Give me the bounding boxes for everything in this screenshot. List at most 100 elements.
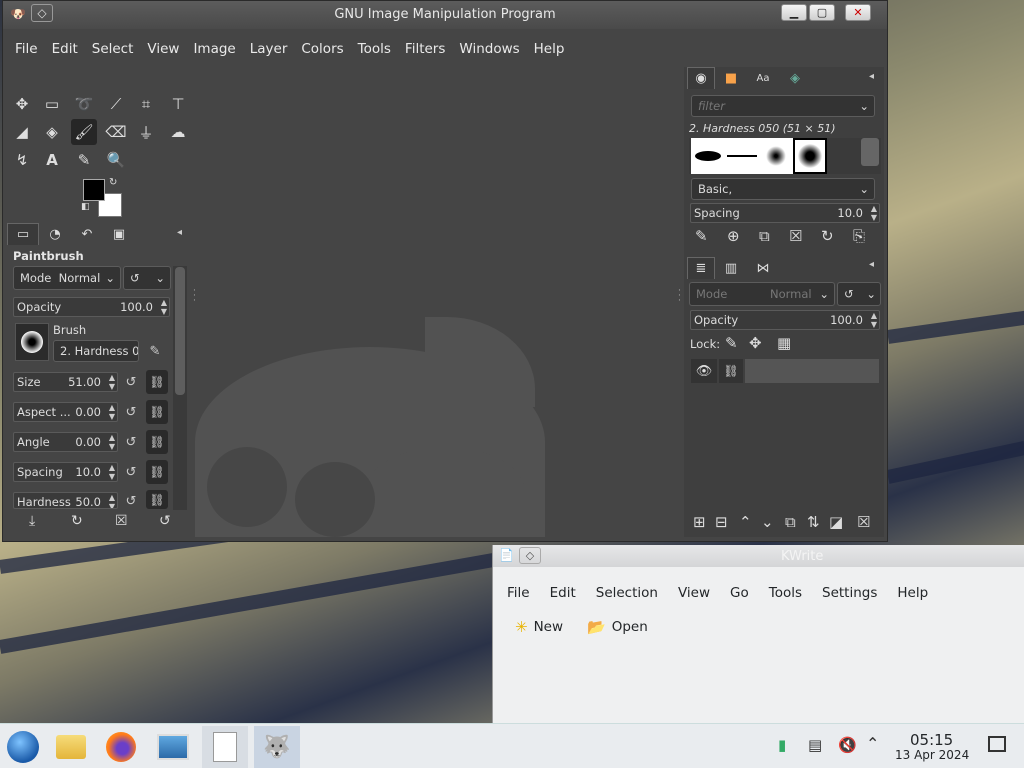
right-dock-resize-handle[interactable]: · · · (678, 287, 681, 306)
brush-grid-scrollbar[interactable] (861, 138, 879, 166)
layer-mode-select[interactable]: Mode Normal ⌄ (689, 282, 835, 306)
paths-tool-icon[interactable]: ↯ (9, 147, 35, 173)
kwrite-titlebar[interactable]: 📄 ◇ KWrite (493, 545, 1024, 567)
brush-thumb[interactable] (759, 138, 793, 174)
clone-tool-icon[interactable]: ⏚ (133, 119, 159, 145)
menu-view[interactable]: View (140, 37, 186, 61)
gimp-taskbar-button[interactable]: 🐺 (254, 726, 300, 768)
restore-tool-preset-icon[interactable]: ↻ (71, 513, 83, 529)
show-desktop-icon[interactable] (988, 736, 1006, 752)
menu-help[interactable]: Help (887, 581, 938, 605)
clock-date[interactable]: 13 Apr 2024 (895, 748, 969, 762)
menu-file[interactable]: File (3, 37, 45, 61)
expand-tray-icon[interactable]: ⌃ (866, 734, 879, 753)
open-brush-as-image-icon[interactable]: ⎘ (853, 227, 865, 245)
tab-images[interactable]: ▣ (103, 223, 135, 245)
brush-grid[interactable] (689, 138, 881, 174)
spin-arrows-icon[interactable]: ▲ ▼ (109, 463, 115, 481)
aspect-link-icon[interactable]: ⛓ (146, 400, 168, 424)
lock-alpha-icon[interactable]: ▦ (777, 334, 791, 352)
angle-link-icon[interactable]: ⛓ (146, 430, 168, 454)
menu-settings[interactable]: Settings (812, 581, 887, 605)
clipboard-tray-icon[interactable]: ▮ (778, 736, 786, 754)
spacing-link-icon[interactable]: ⛓ (146, 460, 168, 484)
dock-menu-icon[interactable]: ◂ (869, 71, 874, 82)
lock-position-icon[interactable]: ✥ (749, 334, 762, 352)
default-colors-icon[interactable]: ◧ (81, 202, 90, 212)
menu-view[interactable]: View (668, 581, 720, 605)
mode-reset-combo[interactable]: ↺ ⌄ (123, 266, 171, 290)
spin-arrows-icon[interactable]: ▲ ▼ (109, 403, 115, 421)
aspect-reset-icon[interactable]: ↺ (121, 402, 141, 422)
move-tool-icon[interactable]: ✥ (9, 91, 35, 117)
edit-brush-icon[interactable]: ✎ (145, 341, 165, 361)
brush-spacing-slider[interactable]: Spacing 10.0 ▲ ▼ (690, 203, 880, 223)
fuzzy-select-tool-icon[interactable]: ⟋ (103, 91, 129, 117)
size-slider[interactable]: Size 51.00 ▲ ▼ (13, 372, 118, 392)
reset-tool-options-icon[interactable]: ↺ (159, 513, 171, 529)
menu-windows[interactable]: Windows (452, 37, 526, 61)
warp-tool-icon[interactable]: ◢ (9, 119, 35, 145)
kwrite-app-icon[interactable]: 📄 (499, 548, 514, 562)
paintbrush-tool-icon[interactable]: 🖌 (71, 119, 97, 145)
firefox-button[interactable] (98, 726, 144, 768)
new-brush-icon[interactable]: ⊕ (727, 227, 740, 245)
brush-tag-select[interactable]: Basic, ⌄ (691, 178, 875, 200)
menu-image[interactable]: Image (186, 37, 242, 61)
add-mask-icon[interactable]: ◪ (829, 513, 843, 531)
tab-channels[interactable]: ▥ (715, 257, 747, 279)
eraser-tool-icon[interactable]: ⌫ (103, 119, 129, 145)
dock-menu-icon[interactable]: ◂ (869, 259, 874, 270)
refresh-brushes-icon[interactable]: ↻ (821, 227, 834, 245)
menu-layer[interactable]: Layer (243, 37, 295, 61)
unified-transform-tool-icon[interactable]: ⊤ (165, 91, 191, 117)
menu-select[interactable]: Select (85, 37, 141, 61)
size-link-icon[interactable]: ⛓ (146, 370, 168, 394)
menu-go[interactable]: Go (720, 581, 759, 605)
color-picker-tool-icon[interactable]: ✎ (71, 147, 97, 173)
menu-tools[interactable]: Tools (351, 37, 398, 61)
spin-arrows-icon[interactable]: ▲ ▼ (109, 373, 115, 391)
file-manager-button[interactable] (48, 726, 94, 768)
tab-paths[interactable]: ⋈ (747, 257, 779, 279)
image-canvas[interactable] (195, 67, 681, 537)
spacing-reset-icon[interactable]: ↺ (121, 462, 141, 482)
new-layer-group-icon[interactable]: ⊟ (715, 513, 728, 531)
maximize-button[interactable]: ▢ (809, 4, 835, 21)
rect-select-tool-icon[interactable]: ▭ (39, 91, 65, 117)
spin-arrows-icon[interactable]: ▲ ▼ (871, 311, 877, 329)
clock-time[interactable]: 05:15 (910, 731, 953, 749)
spin-arrows-icon[interactable]: ▲ ▼ (871, 204, 877, 222)
new-layer-icon[interactable]: ⊞ (693, 513, 706, 531)
brush-name-field[interactable]: 2. Hardness 05 (53, 340, 139, 362)
bucket-fill-tool-icon[interactable]: ◈ (39, 119, 65, 145)
visibility-eye-icon[interactable]: 👁 (691, 359, 717, 383)
keep-above-icon[interactable]: ◇ (519, 547, 541, 564)
menu-help[interactable]: Help (527, 37, 572, 61)
menu-edit[interactable]: Edit (45, 37, 85, 61)
delete-tool-preset-icon[interactable]: ☒ (115, 513, 128, 529)
edit-brush-icon[interactable]: ✎ (695, 227, 708, 245)
foreground-color-swatch[interactable] (83, 179, 105, 201)
menu-colors[interactable]: Colors (294, 37, 350, 61)
brush-thumb[interactable] (725, 138, 759, 174)
spin-arrows-icon[interactable]: ▲ ▼ (109, 433, 115, 451)
duplicate-layer-icon[interactable]: ⧉ (785, 513, 796, 531)
mode-select[interactable]: Mode Normal ⌄ (13, 266, 121, 290)
duplicate-brush-icon[interactable]: ⧉ (759, 227, 770, 245)
raise-layer-icon[interactable]: ⌃ (739, 513, 752, 531)
minimize-button[interactable]: ▁ (781, 4, 807, 21)
left-dock-resize-handle[interactable]: · · · (193, 287, 196, 306)
volume-muted-icon[interactable]: 🔇 (838, 736, 857, 754)
hardness-slider[interactable]: Hardness 50.0 ▲ ▼ (13, 492, 118, 509)
aspect-slider[interactable]: Aspect ... 0.00 ▲ ▼ (13, 402, 118, 422)
hardness-reset-icon[interactable]: ↺ (121, 491, 141, 511)
brush-thumb-selected[interactable] (793, 138, 827, 174)
tab-device-status[interactable]: ◔ (39, 223, 71, 245)
menu-tools[interactable]: Tools (759, 581, 812, 605)
spacing-slider[interactable]: Spacing 10.0 ▲ ▼ (13, 462, 118, 482)
angle-reset-icon[interactable]: ↺ (121, 432, 141, 452)
spin-arrows-icon[interactable]: ▲ ▼ (109, 493, 115, 508)
menu-selection[interactable]: Selection (586, 581, 668, 605)
size-reset-icon[interactable]: ↺ (121, 372, 141, 392)
